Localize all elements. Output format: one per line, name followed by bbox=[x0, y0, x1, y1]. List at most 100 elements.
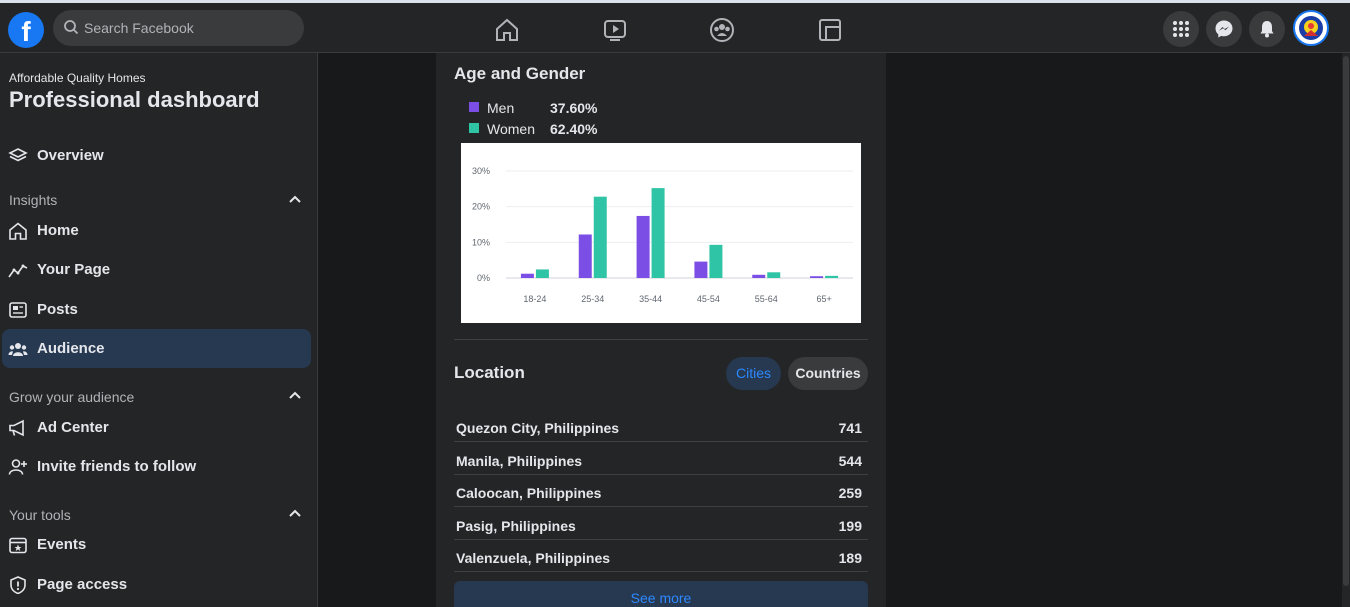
chevron-up-icon[interactable] bbox=[289, 195, 301, 203]
menu-button[interactable] bbox=[1163, 11, 1199, 47]
sidebar-item-label: Overview bbox=[37, 147, 104, 164]
bell-icon bbox=[1260, 21, 1274, 38]
x-tick-label: 18-24 bbox=[523, 294, 546, 304]
sidebar-item-audience[interactable]: Audience bbox=[2, 329, 311, 368]
sidebar-item-invite-friends[interactable]: Invite friends to follow bbox=[2, 447, 311, 486]
women-bar[interactable] bbox=[767, 272, 781, 278]
insights-section-header: Insights bbox=[9, 192, 58, 208]
women-legend-label: Women bbox=[487, 121, 535, 137]
tab-countries[interactable]: Countries bbox=[788, 357, 868, 390]
sidebar-item-label: Invite friends to follow bbox=[37, 458, 197, 475]
gaming-nav-icon[interactable] bbox=[816, 16, 844, 44]
men-bar[interactable] bbox=[636, 215, 650, 278]
account-avatar[interactable] bbox=[1293, 10, 1329, 46]
location-row: Manila, Philippines 544 bbox=[454, 443, 868, 475]
men-bar[interactable] bbox=[578, 234, 592, 278]
top-navigation-bar: f Search Facebook bbox=[0, 0, 1350, 53]
location-count: 741 bbox=[838, 420, 862, 436]
sidebar-item-label: Posts bbox=[37, 301, 78, 318]
tab-cities[interactable]: Cities bbox=[726, 357, 781, 390]
sidebar-item-label: Ad Center bbox=[37, 419, 109, 436]
location-name: Valenzuela, Philippines bbox=[456, 550, 611, 566]
location-name: Pasig, Philippines bbox=[456, 518, 576, 534]
y-tick-label: 20% bbox=[472, 202, 490, 212]
women-bar[interactable] bbox=[651, 188, 665, 278]
groups-nav-icon[interactable] bbox=[708, 16, 736, 44]
location-count: 544 bbox=[838, 453, 862, 469]
men-bar[interactable] bbox=[810, 276, 824, 278]
location-title: Location bbox=[454, 363, 525, 382]
sidebar-item-your-page[interactable]: Your Page bbox=[2, 250, 311, 289]
x-tick-label: 35-44 bbox=[639, 294, 662, 304]
location-name: Manila, Philippines bbox=[456, 453, 583, 469]
layers-icon bbox=[8, 148, 28, 162]
section-divider bbox=[454, 339, 868, 340]
sidebar-item-ad-center[interactable]: Ad Center bbox=[2, 408, 311, 447]
sidebar: Affordable Quality Homes Professional da… bbox=[0, 53, 318, 607]
men-bar[interactable] bbox=[694, 261, 708, 278]
location-row: Quezon City, Philippines 741 bbox=[454, 410, 868, 442]
location-row: Valenzuela, Philippines 189 bbox=[454, 540, 868, 572]
x-tick-label: 45-54 bbox=[697, 294, 720, 304]
women-legend-value: 62.40% bbox=[550, 121, 598, 137]
sidebar-item-label: Events bbox=[37, 536, 87, 553]
chevron-up-icon[interactable] bbox=[289, 391, 301, 399]
calendar-icon bbox=[9, 537, 27, 554]
sidebar-item-posts[interactable]: Posts bbox=[2, 290, 311, 329]
avatar-logo-icon bbox=[1296, 13, 1326, 43]
facebook-logo[interactable]: f bbox=[8, 12, 44, 48]
invite-icon bbox=[8, 459, 27, 475]
y-tick-label: 10% bbox=[472, 237, 490, 247]
page-name: Affordable Quality Homes bbox=[9, 71, 146, 85]
sidebar-item-home[interactable]: Home bbox=[2, 211, 311, 250]
men-bar[interactable] bbox=[520, 273, 534, 278]
men-legend-swatch bbox=[469, 102, 479, 112]
sidebar-item-label: Your Page bbox=[37, 261, 111, 278]
scrollbar-thumb[interactable] bbox=[1343, 56, 1349, 586]
y-tick-label: 30% bbox=[472, 166, 490, 176]
sidebar-item-page-access[interactable]: Page access bbox=[2, 565, 311, 604]
men-legend-label: Men bbox=[487, 100, 515, 116]
search-icon bbox=[64, 20, 79, 35]
sidebar-item-label: Page access bbox=[37, 576, 128, 593]
location-row: Pasig, Philippines 199 bbox=[454, 508, 868, 540]
x-tick-label: 55-64 bbox=[755, 294, 778, 304]
y-tick-label: 0% bbox=[477, 273, 490, 283]
audience-card: Age and Gender Men 37.60% Women 62.40% 0… bbox=[436, 53, 886, 607]
location-count: 259 bbox=[838, 485, 862, 501]
location-name: Caloocan, Philippines bbox=[456, 485, 602, 501]
see-more-button[interactable]: See more bbox=[454, 581, 868, 607]
women-bar[interactable] bbox=[535, 269, 549, 278]
home-icon bbox=[9, 222, 27, 240]
sidebar-item-label: Home bbox=[37, 222, 79, 239]
trend-icon bbox=[8, 264, 28, 278]
women-bar[interactable] bbox=[709, 244, 723, 278]
age-gender-title: Age and Gender bbox=[454, 64, 586, 83]
messenger-button[interactable] bbox=[1206, 11, 1242, 47]
location-count: 189 bbox=[838, 550, 862, 566]
men-legend-value: 37.60% bbox=[550, 100, 598, 116]
messenger-icon bbox=[1215, 20, 1233, 38]
home-nav-icon[interactable] bbox=[493, 16, 521, 44]
age-gender-chart: 0% 10% 20% 30% 18-24 25-34 35-44 45-54 55-64 65+ bbox=[461, 143, 861, 323]
shield-icon bbox=[10, 576, 26, 594]
posts-icon bbox=[9, 302, 27, 318]
location-name: Quezon City, Philippines bbox=[456, 420, 620, 436]
sidebar-item-events[interactable]: Events bbox=[2, 525, 311, 564]
chevron-up-icon[interactable] bbox=[289, 509, 301, 517]
men-bar[interactable] bbox=[752, 274, 766, 278]
watch-nav-icon[interactable] bbox=[601, 16, 629, 44]
location-row: Caloocan, Philippines 259 bbox=[454, 475, 868, 507]
women-bar[interactable] bbox=[593, 196, 607, 278]
search-placeholder: Search Facebook bbox=[84, 20, 194, 36]
megaphone-icon bbox=[9, 419, 24, 437]
x-tick-label: 25-34 bbox=[581, 294, 604, 304]
search-input[interactable]: Search Facebook bbox=[53, 10, 304, 46]
sidebar-item-overview[interactable]: Overview bbox=[2, 136, 311, 175]
tools-section-header: Your tools bbox=[9, 507, 71, 523]
notifications-button[interactable] bbox=[1249, 11, 1285, 47]
audience-icon bbox=[8, 343, 28, 356]
age-gender-chart-svg: 0% 10% 20% 30% 18-24 25-34 35-44 45-54 55-64 65+ bbox=[472, 166, 853, 304]
sidebar-item-label: Audience bbox=[37, 340, 105, 357]
women-bar[interactable] bbox=[825, 275, 839, 278]
